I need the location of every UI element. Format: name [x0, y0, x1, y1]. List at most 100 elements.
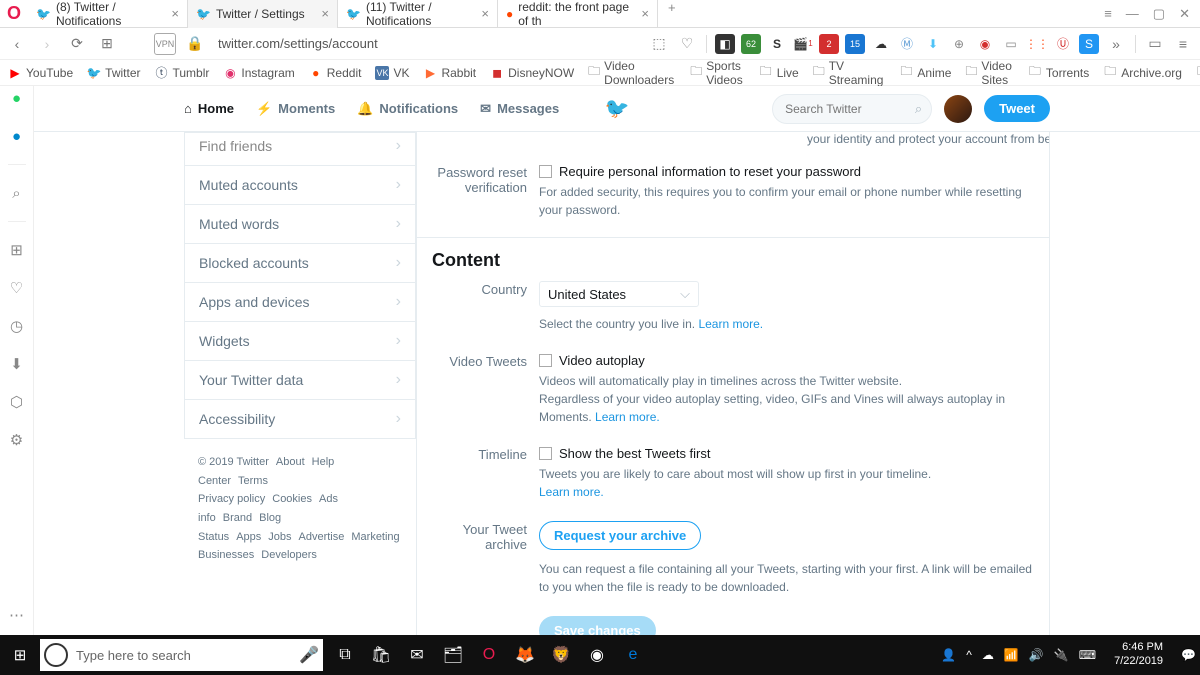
checkbox-best-tweets[interactable]	[539, 447, 552, 460]
sidebar-item-your-twitter-data[interactable]: Your Twitter data›	[184, 361, 416, 400]
search-input[interactable]	[772, 94, 932, 124]
bookmark-reddit[interactable]: ●Reddit	[309, 66, 362, 80]
history-icon[interactable]: ◷	[7, 316, 27, 336]
bookmark-disneynow[interactable]: ◼DisneyNOW	[490, 66, 574, 80]
country-select[interactable]: United States⌵	[539, 281, 699, 307]
speed-dial-icon[interactable]: ⊞	[7, 240, 27, 260]
onedrive-icon[interactable]: ☁	[982, 648, 994, 662]
nav-notifications[interactable]: 🔔Notifications	[357, 101, 458, 117]
tab-twitter-notifications-2[interactable]: 🐦(11) Twitter / Notifications×	[338, 0, 498, 28]
ext-icon[interactable]: 2	[819, 34, 839, 54]
sidebar-item-accessibility[interactable]: Accessibility›	[184, 400, 416, 439]
taskbar-opera-icon[interactable]: O	[471, 635, 507, 675]
ext-icon[interactable]: ⊕	[949, 34, 969, 54]
learn-more-link[interactable]: Learn more.	[698, 317, 763, 331]
snapshot-icon[interactable]: ⬚	[648, 33, 670, 55]
battery-icon[interactable]: ▭	[1144, 33, 1166, 55]
forward-button[interactable]: ›	[36, 33, 58, 55]
tab-reddit[interactable]: ●reddit: the front page of th×	[498, 0, 658, 28]
ext-icon[interactable]: 🎬1	[793, 34, 813, 54]
request-archive-button[interactable]: Request your archive	[539, 521, 701, 550]
taskbar-edge-icon[interactable]: e	[615, 635, 651, 675]
close-icon[interactable]: ×	[481, 6, 489, 21]
heart-icon[interactable]: ♡	[676, 33, 698, 55]
close-icon[interactable]: ×	[641, 6, 649, 21]
bookmark-folder-anime[interactable]: 🗀Anime	[899, 66, 951, 80]
bookmarks-icon[interactable]: ♡	[7, 278, 27, 298]
footer-link[interactable]: Status	[198, 531, 229, 543]
sidebar-item-muted-accounts[interactable]: Muted accounts›	[184, 166, 416, 205]
ext-icon[interactable]: ☁	[871, 34, 891, 54]
extensions-icon[interactable]: ⬡	[7, 392, 27, 412]
wifi-icon[interactable]: 📶	[1004, 648, 1019, 662]
whatsapp-icon[interactable]: ●	[7, 88, 27, 108]
ext-icon[interactable]: S	[1079, 34, 1099, 54]
tweet-button[interactable]: Tweet	[984, 95, 1050, 122]
taskbar-chrome-icon[interactable]: ◉	[579, 635, 615, 675]
ext-icon[interactable]: ◉	[975, 34, 995, 54]
vpn-badge[interactable]: VPN	[154, 33, 176, 55]
sidebar-item-muted-words[interactable]: Muted words›	[184, 205, 416, 244]
sidebar-more-icon[interactable]: ⋯	[7, 605, 27, 625]
ext-icon[interactable]: ⬇	[923, 34, 943, 54]
footer-link[interactable]: Jobs	[268, 531, 291, 543]
maximize-button[interactable]: ▢	[1153, 6, 1165, 22]
close-icon[interactable]: ×	[171, 6, 179, 21]
telegram-icon[interactable]: ●	[7, 126, 27, 146]
footer-link[interactable]: Brand	[223, 512, 252, 524]
bookmark-folder-torrents[interactable]: 🗀Torrents	[1028, 66, 1089, 80]
close-icon[interactable]: ×	[321, 6, 329, 21]
people-icon[interactable]: 👤	[941, 648, 956, 662]
keyboard-icon[interactable]: ⌨	[1079, 648, 1096, 662]
taskbar-store-icon[interactable]: 🛍	[363, 635, 399, 675]
taskbar-mic-icon[interactable]: 🎤	[295, 639, 323, 671]
footer-link[interactable]: Terms	[238, 475, 268, 487]
checkbox-password-reset[interactable]	[539, 165, 552, 178]
bookmark-youtube[interactable]: ▶YouTube	[8, 66, 73, 80]
tab-twitter-notifications-1[interactable]: 🐦(8) Twitter / Notifications×	[28, 0, 188, 28]
bookmark-folder-archive[interactable]: 🗀Archive.org	[1103, 66, 1182, 80]
settings-icon[interactable]: ⚙	[7, 430, 27, 450]
taskbar-mail-icon[interactable]: ✉	[399, 635, 435, 675]
footer-link[interactable]: Privacy policy	[198, 493, 265, 505]
minimize-button[interactable]: —	[1126, 6, 1139, 22]
sidebar-item-find-friends[interactable]: Find friends›	[184, 132, 416, 166]
bookmark-folder-sports-videos[interactable]: 🗀Sports Videos	[690, 59, 744, 87]
tab-twitter-settings[interactable]: 🐦Twitter / Settings×	[188, 0, 338, 28]
speed-dial-icon[interactable]: ⊞	[96, 33, 118, 55]
bookmark-folder-live[interactable]: 🗀Live	[759, 66, 799, 80]
ext-icon[interactable]: 62	[741, 34, 761, 54]
taskbar-firefox-icon[interactable]: 🦊	[507, 635, 543, 675]
footer-link[interactable]: Businesses	[198, 549, 254, 561]
url-field[interactable]: twitter.com/settings/account	[214, 36, 382, 51]
bookmark-tumblr[interactable]: ⓣTumblr	[155, 66, 210, 80]
ext-icon[interactable]: ◧	[715, 34, 735, 54]
new-tab-button[interactable]: +	[658, 0, 686, 28]
nav-messages[interactable]: ✉Messages	[480, 101, 559, 117]
ext-icon[interactable]: Ⓤ	[1053, 34, 1073, 54]
save-changes-button[interactable]: Save changes	[539, 616, 656, 635]
footer-link[interactable]: Marketing	[351, 531, 399, 543]
taskbar-clock[interactable]: 6:46 PM7/22/2019	[1106, 641, 1171, 669]
twitter-logo-icon[interactable]: 🐦	[605, 96, 630, 121]
ext-icon[interactable]: 15	[845, 34, 865, 54]
bookmark-folder-video-downloaders[interactable]: 🗀Video Downloaders	[588, 59, 676, 87]
footer-link[interactable]: Developers	[261, 549, 317, 561]
bookmark-twitter[interactable]: 🐦Twitter	[87, 66, 140, 80]
learn-more-link[interactable]: Learn more.	[595, 410, 660, 424]
search-icon[interactable]: ⌕	[7, 183, 27, 203]
taskbar-explorer-icon[interactable]: 🗂	[435, 635, 471, 675]
sidebar-item-blocked-accounts[interactable]: Blocked accounts›	[184, 244, 416, 283]
footer-link[interactable]: Blog	[259, 512, 281, 524]
nav-home[interactable]: ⌂Home	[184, 101, 234, 117]
task-view-button[interactable]: ⧉	[327, 635, 363, 675]
bookmark-folder-bilibili[interactable]: 🗀BiliBili	[1196, 66, 1200, 80]
start-button[interactable]: ⊞	[0, 635, 40, 675]
reload-button[interactable]: ⟳	[66, 33, 88, 55]
close-button[interactable]: ✕	[1179, 6, 1190, 22]
sidebar-item-widgets[interactable]: Widgets›	[184, 322, 416, 361]
downloads-icon[interactable]: ⬇	[7, 354, 27, 374]
opera-menu-button[interactable]: O	[0, 0, 28, 28]
footer-link[interactable]: Advertise	[299, 531, 345, 543]
bookmark-vk[interactable]: VKVK	[375, 66, 409, 80]
